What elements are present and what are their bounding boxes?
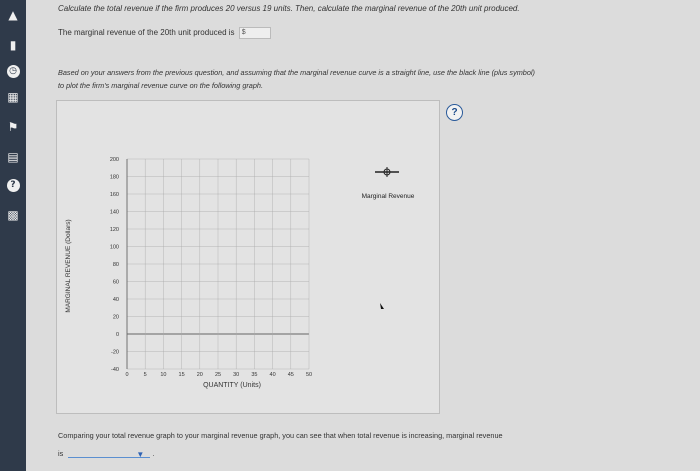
y-tick-label: 140 [110, 210, 119, 216]
comparison-answer: is ▼ . [58, 449, 155, 459]
marginal-revenue-question: The marginal revenue of the 20th unit pr… [58, 27, 271, 39]
mr-answer-field[interactable]: $ [238, 27, 271, 39]
comparison-dropdown[interactable]: ▼ [68, 449, 151, 459]
sidebar: ▲ ▮ ◷ ▦ ⚑ ▤ ? ▩ [0, 0, 26, 471]
x-tick-label: 20 [197, 372, 203, 378]
marginal-revenue-tool[interactable] [375, 167, 399, 177]
y-tick-label: 60 [113, 280, 119, 286]
x-tick-label: 40 [270, 372, 276, 378]
x-tick-label: 35 [251, 372, 257, 378]
graph-help-button[interactable]: ? [446, 104, 463, 121]
x-tick-label: 50 [306, 372, 312, 378]
y-tick-label: 40 [113, 297, 119, 303]
x-tick-label: 5 [144, 372, 147, 378]
mr-label: The marginal revenue of the 20th unit pr… [58, 28, 235, 38]
y-tick-label: 180 [110, 175, 119, 181]
y-tick-label: 0 [116, 332, 119, 338]
x-tick-label: 15 [179, 372, 185, 378]
x-tick-label: 0 [125, 372, 128, 378]
y-tick-labels: 200180160140120100806040200-20-40 [110, 157, 119, 373]
y-tick-label: 20 [113, 315, 119, 321]
clock-icon[interactable]: ◷ [4, 62, 22, 80]
x-tick-label: 10 [160, 372, 166, 378]
x-tick-label: 25 [215, 372, 221, 378]
x-axis-label: QUANTITY (Units) [203, 382, 261, 389]
grid-icon[interactable]: ▦ [4, 88, 22, 106]
chart-svg[interactable]: 200180160140120100806040200-20-40 0 5 10 15… [57, 101, 439, 413]
main-content: Calculate the total revenue if the firm … [26, 0, 700, 471]
legend-label: Marginal Revenue [362, 193, 415, 200]
y-tick-label: 200 [110, 157, 119, 163]
x-tick-label: 30 [233, 372, 239, 378]
graph-panel: ? 200 180 160 140 120 100 80 60 40 20 0 -20 -40 0 5 10… [56, 100, 463, 414]
instructions-line-1: Based on your answers from the previous … [58, 68, 535, 77]
chart-grid [126, 158, 310, 370]
cursor-icon [380, 303, 384, 309]
y-axis-label: MARGINAL REVENUE (Dollars) [65, 219, 72, 312]
video-icon[interactable]: ▩ [4, 206, 22, 224]
y-tick-label: -40 [111, 367, 119, 373]
flag-icon[interactable]: ⚑ [4, 118, 22, 136]
help-icon[interactable]: ? [4, 176, 22, 194]
y-tick-label: 80 [113, 262, 119, 268]
comparison-text: Comparing your total revenue graph to yo… [58, 431, 503, 440]
x-tick-label: 45 [288, 372, 294, 378]
question-prompt: Calculate the total revenue if the firm … [58, 4, 520, 13]
home-icon[interactable]: ▲ [4, 6, 22, 24]
y-tick-label: 100 [110, 245, 119, 251]
y-tick-label: 120 [110, 227, 119, 233]
y-tick-label: -20 [111, 350, 119, 356]
y-tick-label: 160 [110, 192, 119, 198]
dropdown-arrow-icon: ▼ [136, 450, 145, 459]
x-tick-labels: 0 5 10 15 20 25 30 35 40 45 50 [125, 372, 312, 378]
calculator-icon[interactable]: ▤ [4, 148, 22, 166]
book-icon[interactable]: ▮ [4, 36, 22, 54]
is-label: is [58, 449, 64, 458]
mr-unit: $ [241, 29, 246, 36]
graph-instructions: Based on your answers from the previous … [58, 66, 658, 92]
instructions-line-2: to plot the firm's marginal revenue curv… [58, 81, 264, 90]
